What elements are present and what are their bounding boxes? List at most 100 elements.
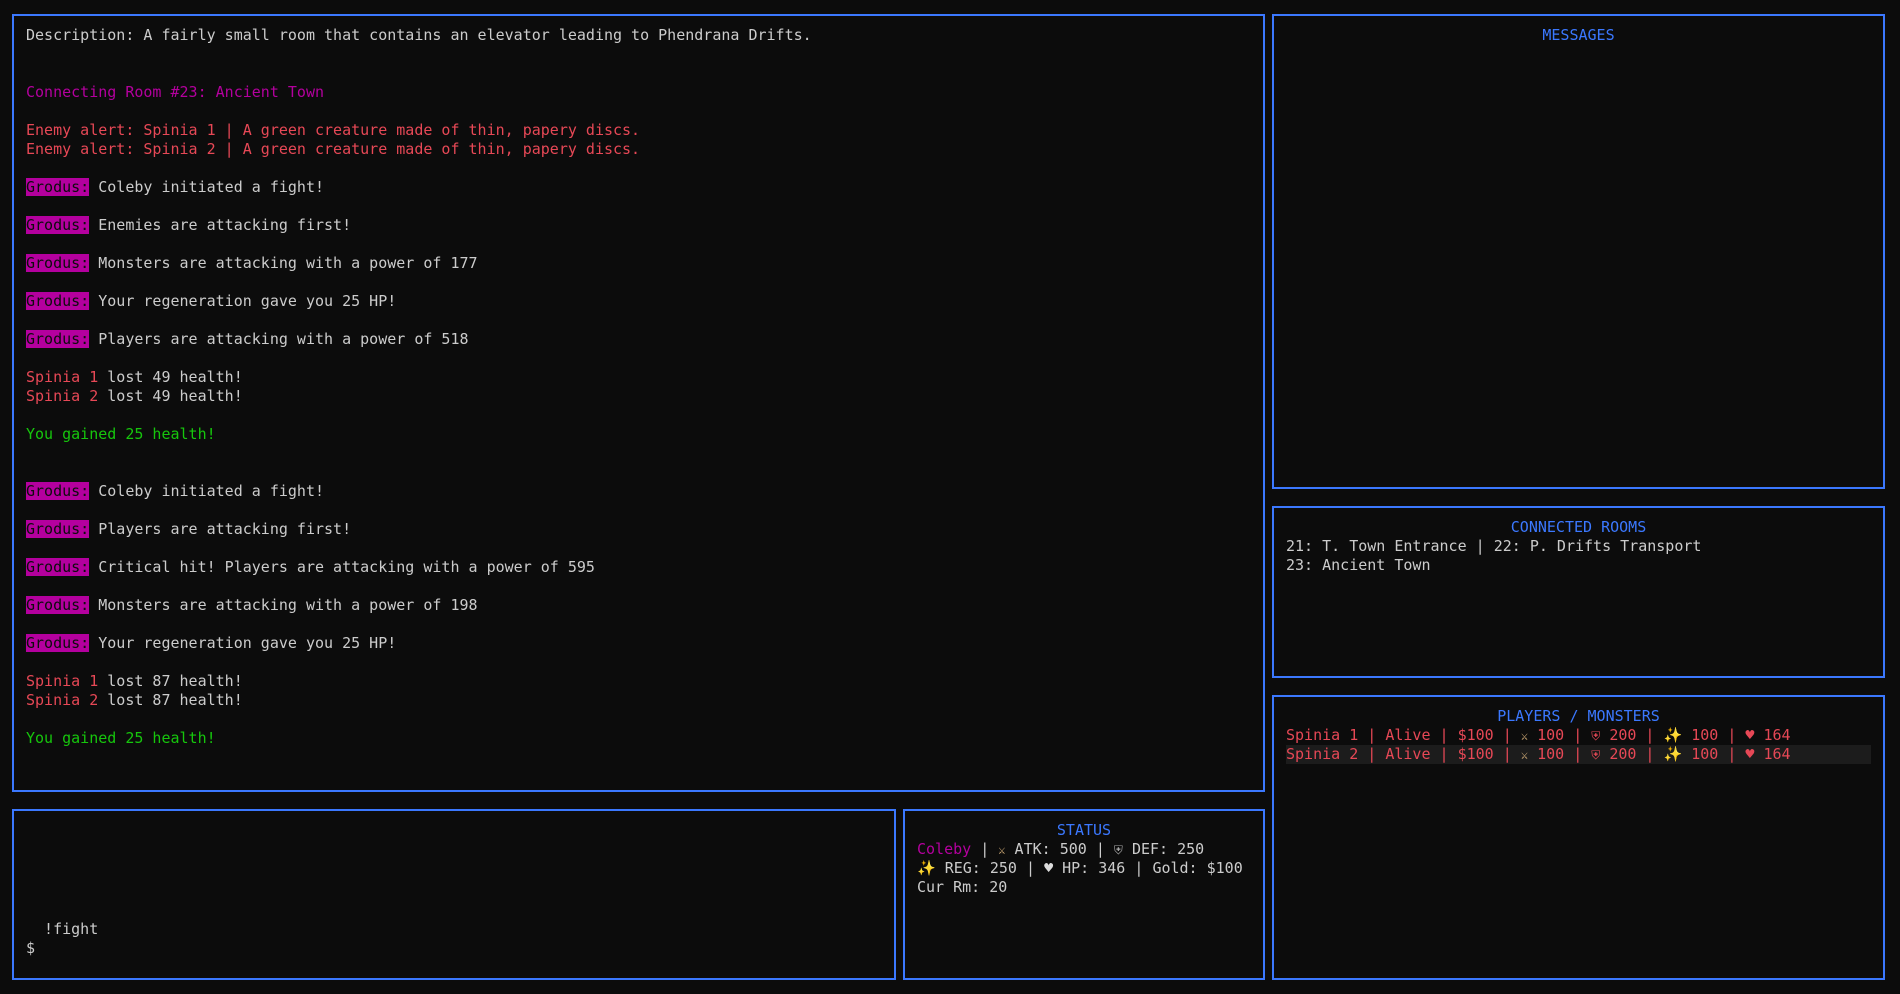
monster-reg: 100 — [1691, 745, 1719, 763]
shield-icon: ⛨ — [1591, 748, 1601, 762]
connected-rooms-panel: CONNECTED ROOMS 21: T. Town Entrance | 2… — [1272, 506, 1885, 678]
monster-gold: $100 — [1457, 726, 1494, 744]
monster-atk: 100 — [1537, 745, 1565, 763]
current-room: Cur Rm: 20 — [917, 878, 1008, 896]
log-blank-line — [26, 653, 1251, 672]
log-blank-line — [26, 444, 1251, 463]
monster-def: 200 — [1609, 745, 1637, 763]
log-blank-line — [26, 45, 1251, 64]
reg-value: REG: 250 — [944, 859, 1017, 877]
log-text: Your regeneration gave you 25 HP! — [89, 292, 397, 310]
log-blank-line — [26, 64, 1251, 83]
log-blank-line — [26, 406, 1251, 425]
atk-value: ATK: 500 — [1014, 840, 1087, 858]
log-line: Grodus: Critical hit! Players are attack… — [26, 558, 1251, 577]
log-line: Spinia 1 lost 49 health! — [26, 368, 1251, 387]
log-text: Coleby initiated a fight! — [89, 178, 325, 196]
log-line: You gained 25 health! — [26, 729, 1251, 748]
speaker-tag: Grodus: — [26, 330, 90, 348]
monster-row[interactable]: Spinia 2 | Alive | $100 | ⚔ 100 | ⛨ 200 … — [1286, 745, 1871, 764]
crossed-swords-icon: ⚔ — [998, 843, 1006, 857]
log-text: Critical hit! Players are attacking with… — [89, 558, 595, 576]
log-blank-line — [26, 539, 1251, 558]
status-title: STATUS — [1056, 821, 1112, 839]
monster-reg: 100 — [1691, 726, 1719, 744]
gold-value: Gold: $100 — [1152, 859, 1243, 877]
log-text: Enemy alert: Spinia 1 | A green creature… — [26, 121, 641, 139]
log-text: Monsters are attacking with a power of 1… — [89, 596, 478, 614]
log-blank-line — [26, 235, 1251, 254]
log-blank-line — [26, 615, 1251, 634]
log-blank-line — [26, 349, 1251, 368]
log-text: Enemies are attacking first! — [89, 216, 352, 234]
players-monsters-panel: PLAYERS / MONSTERS Spinia 1 | Alive | $1… — [1272, 695, 1885, 980]
log-line: Grodus: Players are attacking first! — [26, 520, 1251, 539]
log-text: lost 87 health! — [98, 672, 243, 690]
messages-title: MESSAGES — [1542, 26, 1615, 44]
log-line: Grodus: Your regeneration gave you 25 HP… — [26, 634, 1251, 653]
def-value: DEF: 250 — [1131, 840, 1205, 858]
sparkles-icon: ✨ — [1663, 726, 1683, 744]
log-text: Enemy alert: Spinia 2 | A green creature… — [26, 140, 641, 158]
monster-state: Alive — [1385, 726, 1431, 744]
log-text: Coleby initiated a fight! — [89, 482, 325, 500]
log-text: lost 49 health! — [98, 368, 243, 386]
speaker-tag: Grodus: — [26, 254, 90, 272]
hp-value: HP: 346 — [1062, 859, 1126, 877]
monster-row[interactable]: Spinia 1 | Alive | $100 | ⚔ 100 | ⛨ 200 … — [1286, 726, 1871, 745]
log-text: Your regeneration gave you 25 HP! — [89, 634, 397, 652]
speaker-tag: Grodus: — [26, 520, 90, 538]
speaker-tag: Grodus: — [26, 292, 90, 310]
log-blank-line — [26, 710, 1251, 729]
sparkles-icon: ✨ — [917, 859, 936, 877]
log-blank-line — [26, 102, 1251, 121]
heart-icon: ♥ — [1745, 745, 1755, 763]
log-text: lost 49 health! — [98, 387, 243, 405]
speaker-tag: Grodus: — [26, 634, 90, 652]
speaker-tag: Grodus: — [26, 178, 90, 196]
log-line: Enemy alert: Spinia 2 | A green creature… — [26, 140, 1251, 159]
monster-atk: 100 — [1537, 726, 1565, 744]
command-prompt[interactable]: $ — [26, 939, 882, 958]
log-line: Grodus: Players are attacking with a pow… — [26, 330, 1251, 349]
log-text: You gained 25 health! — [26, 729, 216, 747]
sparkles-icon: ✨ — [1663, 745, 1683, 763]
log-line: Grodus: Enemies are attacking first! — [26, 216, 1251, 235]
crossed-swords-icon: ⚔ — [1520, 729, 1529, 743]
speaker-tag: Grodus: — [26, 216, 90, 234]
log-blank-line — [26, 463, 1251, 482]
command-input-panel[interactable]: !fight $ — [12, 809, 896, 980]
connected-rooms-title: CONNECTED ROOMS — [1510, 518, 1647, 536]
last-command: !fight — [26, 920, 99, 938]
log-line: Connecting Room #23: Ancient Town — [26, 83, 1251, 102]
log-text: Players are attacking first! — [89, 520, 352, 538]
monster-name: Spinia 2 — [26, 387, 99, 405]
status-line-2: ✨ REG: 250 | ♥ HP: 346 | Gold: $100 — [917, 859, 1243, 877]
monster-state: Alive — [1385, 745, 1431, 763]
shield-icon: ⛨ — [1591, 729, 1601, 743]
players-monsters-title: PLAYERS / MONSTERS — [1497, 707, 1660, 725]
crossed-swords-icon: ⚔ — [1520, 748, 1529, 762]
shield-icon: ⛨ — [1113, 843, 1123, 857]
monster-name: Spinia 2 — [26, 691, 99, 709]
log-text: You gained 25 health! — [26, 425, 216, 443]
heart-icon: ♥ — [1745, 726, 1755, 744]
connected-rooms-line: 23: Ancient Town — [1286, 556, 1431, 574]
log-blank-line — [26, 501, 1251, 520]
player-name: Coleby — [917, 840, 972, 858]
speaker-tag: Grodus: — [26, 482, 90, 500]
game-log-panel: Description: A fairly small room that co… — [12, 14, 1265, 792]
log-line: Grodus: Coleby initiated a fight! — [26, 482, 1251, 501]
log-line: You gained 25 health! — [26, 425, 1251, 444]
log-blank-line — [26, 311, 1251, 330]
monster-hp: 164 — [1763, 745, 1791, 763]
speaker-tag: Grodus: — [26, 596, 90, 614]
log-line: Spinia 2 lost 49 health! — [26, 387, 1251, 406]
log-text: Connecting Room #23: Ancient Town — [26, 83, 325, 101]
monster-name: Spinia 2 — [1286, 745, 1359, 763]
log-line: Grodus: Your regeneration gave you 25 HP… — [26, 292, 1251, 311]
log-text: Description: A fairly small room that co… — [26, 26, 812, 44]
log-text: Players are attacking with a power of 51… — [89, 330, 469, 348]
messages-panel: MESSAGES — [1272, 14, 1885, 489]
log-blank-line — [26, 577, 1251, 596]
